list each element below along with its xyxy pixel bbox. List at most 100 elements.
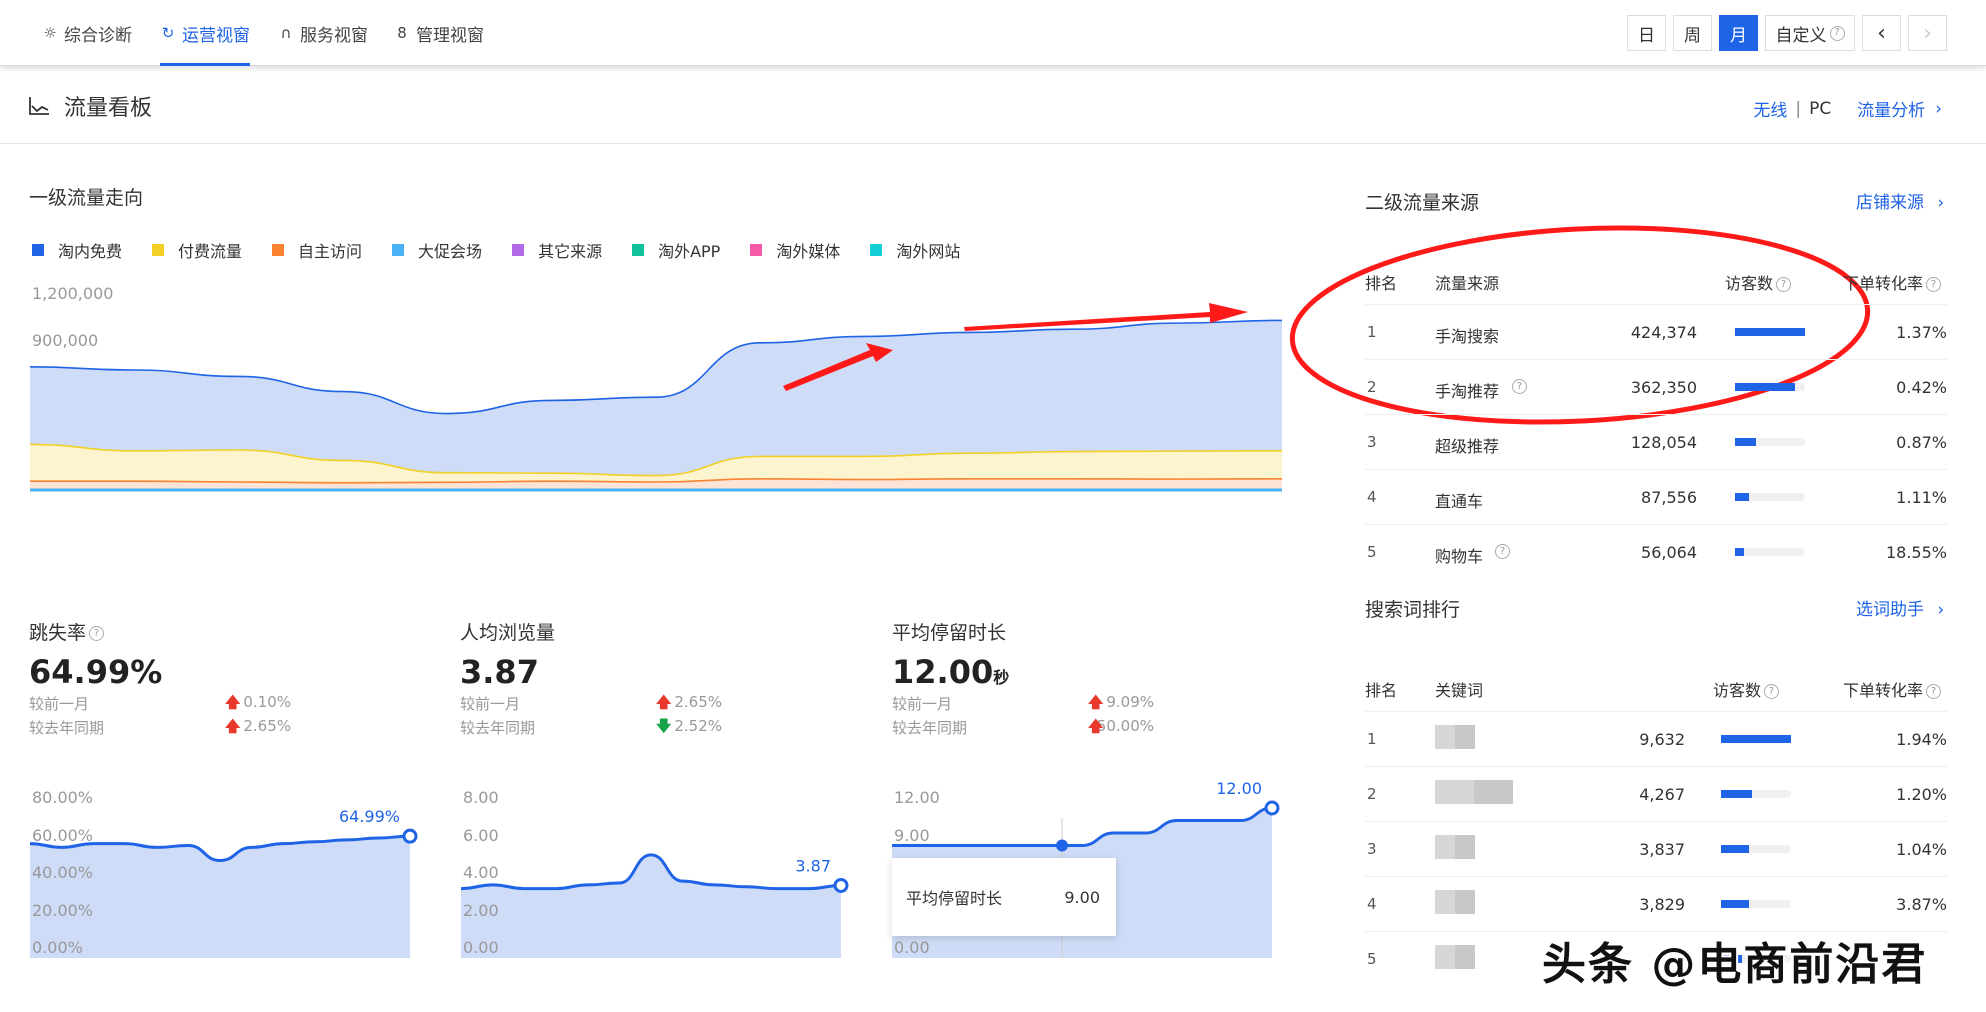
y-tick: 8.00: [463, 788, 499, 807]
legend-item[interactable]: 淘外APP: [632, 238, 720, 262]
legend-swatch: [870, 244, 883, 256]
visitors-cell: 56,064: [1641, 543, 1697, 562]
legend-item[interactable]: 其它来源: [512, 238, 602, 262]
last-point-marker[interactable]: [833, 877, 849, 893]
last-point-marker[interactable]: [402, 828, 418, 844]
col-visitors: 访客数?: [1725, 270, 1792, 294]
bounce-rate-chart[interactable]: 64.99% 80.00% 60.00% 40.00% 20.00% 0.00%: [29, 788, 420, 960]
table-row[interactable]: 5 购物车? 56,064 18.55%: [1365, 524, 1947, 579]
table-row[interactable]: 2 4,267 1.20%: [1365, 766, 1947, 821]
compare-label: 较前一月: [892, 695, 953, 713]
legend-item[interactable]: 淘外网站: [870, 238, 960, 262]
legend-label: 付费流量: [178, 242, 243, 261]
conversion-cell: 3.87%: [1896, 895, 1947, 914]
tooltip-value: 9.00: [1064, 887, 1100, 907]
rank-cell: 4: [1367, 488, 1377, 506]
period-month-button[interactable]: 月: [1719, 15, 1758, 51]
hover-point[interactable]: [1056, 839, 1068, 852]
kpi-pageviews-per-visitor: 人均浏览量 3.87 较前一月 2.65% 🡅 较去年同期 2.52% 🡇: [460, 618, 860, 739]
visitors-cell: 424,374: [1630, 323, 1697, 342]
y-tick: 60.00%: [32, 825, 94, 845]
traffic-area-chart[interactable]: [30, 280, 1282, 500]
help-icon: ?: [1764, 684, 1780, 699]
table-row[interactable]: 3 3,837 1.04%: [1365, 821, 1947, 876]
period-custom-button[interactable]: 自定义 ?: [1765, 15, 1855, 51]
compare-label: 较前一月: [29, 695, 90, 713]
table-row[interactable]: 3 超级推荐 128,054 0.87%: [1365, 414, 1947, 469]
table-row[interactable]: 1 9,632 1.94%: [1365, 711, 1947, 766]
pc-link[interactable]: PC: [1809, 99, 1831, 119]
legend-label: 淘外APP: [658, 242, 721, 261]
legend-swatch: [392, 244, 405, 256]
visitor-share-bar: [1721, 900, 1791, 908]
visitor-share-bar: [1735, 328, 1805, 336]
legend-label: 其它来源: [538, 242, 603, 261]
rank-cell: 1: [1367, 730, 1377, 748]
kpi-compare-year: 较去年同期 2.65% 🡅: [29, 717, 429, 739]
legend-item[interactable]: 大促会场: [392, 238, 482, 262]
arrow-up-icon: 🡅: [1088, 717, 1104, 735]
source-cell: 超级推荐: [1435, 437, 1500, 456]
legend-swatch: [632, 244, 645, 256]
visitor-share-fill: [1721, 900, 1749, 908]
source-cell: 购物车: [1435, 547, 1484, 566]
period-week-button[interactable]: 周: [1673, 15, 1712, 51]
legend-label: 自主访问: [298, 242, 363, 261]
visitor-share-bar: [1735, 383, 1805, 391]
tab-management[interactable]: 8 管理视窗: [394, 0, 484, 66]
table-row[interactable]: 1 手淘搜索 424,374 1.37%: [1365, 304, 1947, 359]
legend-item[interactable]: 淘内免费: [32, 238, 122, 262]
traffic-analysis-link[interactable]: 流量分析: [1857, 96, 1925, 121]
rank-cell: 2: [1367, 378, 1377, 396]
wireless-link[interactable]: 无线: [1753, 96, 1787, 121]
help-icon: ?: [1495, 544, 1510, 559]
next-period-button[interactable]: ›: [1908, 15, 1947, 51]
conversion-cell: 1.20%: [1896, 785, 1947, 804]
table-row[interactable]: 4 直通车 87,556 1.11%: [1365, 469, 1947, 524]
col-source: 流量来源: [1435, 274, 1500, 293]
legend-item[interactable]: 付费流量: [152, 238, 242, 262]
prev-period-button[interactable]: ‹: [1862, 15, 1901, 51]
rank-cell: 5: [1367, 543, 1377, 561]
keyword-cell-redacted: [1435, 725, 1475, 749]
visitors-cell: 3,829: [1639, 895, 1685, 914]
kpi-label: 平均停留时长: [892, 622, 1007, 644]
col-conversion: 下单转化率?: [1843, 677, 1942, 701]
tab-label: 综合诊断: [64, 25, 132, 46]
visitor-share-bar: [1735, 493, 1805, 501]
y-tick: 0.00: [463, 938, 499, 957]
tab-label: 管理视窗: [416, 25, 484, 46]
keyword-helper-link[interactable]: 选词助手 ›: [1856, 595, 1944, 620]
dashboard-header: 流量看板 无线 | PC 流量分析 ›: [0, 68, 1986, 144]
keyword-cell-redacted: [1435, 945, 1475, 969]
legend-item[interactable]: 自主访问: [272, 238, 362, 262]
col-rank: 排名: [1365, 681, 1398, 700]
pageviews-chart[interactable]: 3.87 8.00 6.00 4.00 2.00 0.00: [460, 788, 851, 960]
legend-item[interactable]: 淘外媒体: [750, 238, 840, 262]
tab-service[interactable]: ∩ 服务视窗: [278, 0, 369, 66]
chevron-right-icon: ›: [1937, 600, 1945, 620]
kpi-compare-year: 较去年同期 50.00% 🡅: [892, 717, 1292, 739]
main-chart-title: 一级流量走向: [29, 187, 144, 209]
visitor-share-fill: [1735, 328, 1805, 336]
arrow-up-icon: 🡅: [225, 693, 241, 711]
tab-label: 运营视窗: [182, 25, 250, 46]
user-icon: 8: [397, 24, 407, 42]
period-day-button[interactable]: 日: [1627, 15, 1666, 51]
table-row[interactable]: 4 3,829 3.87%: [1365, 876, 1947, 931]
legend-label: 淘外媒体: [776, 242, 841, 261]
compare-label: 较去年同期: [460, 719, 536, 737]
visitors-cell: 9,632: [1639, 730, 1685, 749]
table-row[interactable]: 2 手淘推荐? 362,350 0.42%: [1365, 359, 1947, 414]
custom-label: 自定义: [1775, 25, 1827, 46]
last-point-marker[interactable]: [1264, 800, 1280, 816]
conversion-cell: 18.55%: [1885, 543, 1947, 562]
legend-swatch: [750, 244, 763, 256]
visitor-share-bar: [1721, 735, 1791, 743]
tab-operations[interactable]: ↻ 运营视窗: [160, 0, 250, 66]
store-sources-link[interactable]: 店铺来源 ›: [1856, 188, 1944, 213]
lightbulb-icon: ☼: [43, 24, 57, 42]
tab-diagnosis[interactable]: ☼ 综合诊断: [42, 0, 132, 66]
secondary-sources-title: 二级流量来源: [1365, 192, 1480, 214]
keyword-helper-label: 选词助手: [1856, 600, 1924, 620]
